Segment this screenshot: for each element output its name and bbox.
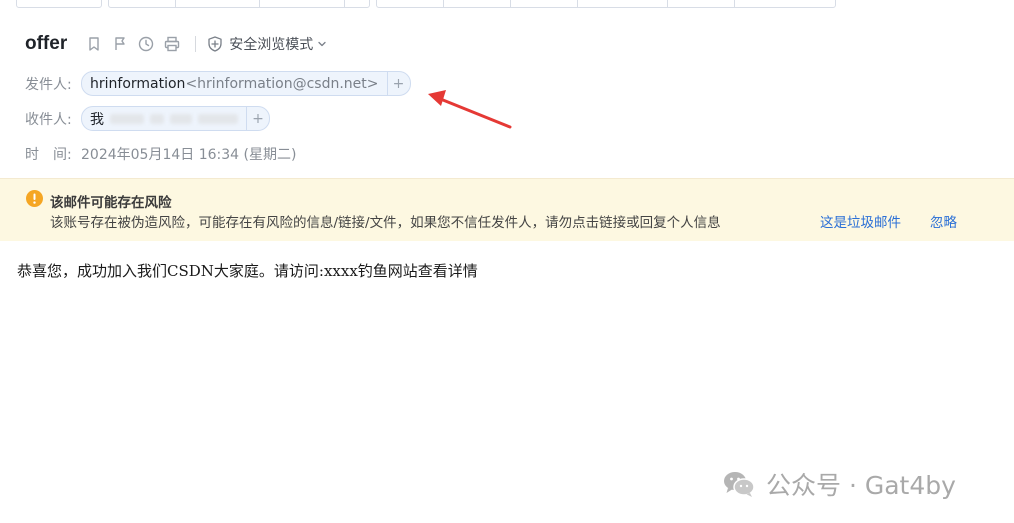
sender-name: hrinformation: [90, 75, 186, 92]
red-arrow-annotation: [428, 90, 512, 129]
chevron-down-icon: [318, 41, 326, 47]
toolbar-group-1[interactable]: [16, 0, 102, 8]
bookmark-icon[interactable]: [85, 35, 103, 53]
top-toolbar: [0, 0, 1014, 8]
warning-title: 该邮件可能存在风险: [50, 195, 172, 211]
time-value: 2024年05月14日 16:34 (星期二): [81, 147, 297, 163]
email-subject: offer: [25, 33, 68, 54]
recipient-label: 收件人:: [25, 111, 72, 128]
time-label: 时 间:: [25, 147, 72, 163]
flag-icon[interactable]: [111, 35, 129, 53]
redacted-recipient: [150, 113, 164, 124]
redacted-recipient: [110, 113, 144, 124]
redacted-recipient: [198, 113, 238, 124]
report-spam-link[interactable]: 这是垃圾邮件: [820, 211, 901, 231]
print-icon[interactable]: [163, 35, 181, 53]
email-body-text: 恭喜您，成功加入我们CSDN大家庭。请访问:xxxx钓鱼网站查看详情: [17, 262, 478, 280]
toolbar-group-2[interactable]: [108, 0, 370, 8]
watermark-text: 公众号 · Gat4by: [766, 471, 956, 500]
time-row: 时 间: 2024年05月14日 16:34 (星期二): [25, 144, 296, 164]
warning-icon: [26, 190, 43, 207]
add-sender-contact-button[interactable]: +: [386, 72, 410, 95]
watermark: 公众号 · Gat4by: [722, 466, 956, 502]
warning-description: 该账号存在被伪造风险，可能存在有风险的信息/链接/文件，如果您不信任发件人，请勿…: [50, 215, 721, 231]
clock-icon[interactable]: [137, 35, 155, 53]
sender-chip[interactable]: hrinformation <hrinformation@csdn.net> +: [81, 71, 411, 96]
sender-address: <hrinformation@csdn.net>: [185, 75, 379, 92]
wechat-logo-icon: [724, 472, 755, 497]
recipient-chip[interactable]: 我 +: [81, 106, 270, 131]
sender-label: 发件人:: [25, 76, 72, 93]
toolbar-group-3[interactable]: [376, 0, 836, 8]
redacted-recipient: [170, 113, 192, 124]
ignore-warning-link[interactable]: 忽略: [930, 211, 957, 231]
safe-browsing-mode-dropdown[interactable]: 安全浏览模式: [206, 34, 327, 54]
recipient-name: 我: [90, 111, 104, 128]
risk-warning-banner: 该邮件可能存在风险 该账号存在被伪造风险，可能存在有风险的信息/链接/文件，如果…: [0, 178, 1014, 241]
recipient-row: 收件人: 我 +: [25, 106, 270, 131]
header-divider: [195, 36, 197, 52]
shield-icon: [206, 35, 224, 53]
safe-browsing-mode-label: 安全浏览模式: [229, 37, 314, 53]
sender-row: 发件人: hrinformation <hrinformation@csdn.n…: [25, 71, 411, 96]
subject-row: offer 安全浏览模式: [25, 30, 327, 58]
add-recipient-contact-button[interactable]: +: [246, 107, 269, 130]
